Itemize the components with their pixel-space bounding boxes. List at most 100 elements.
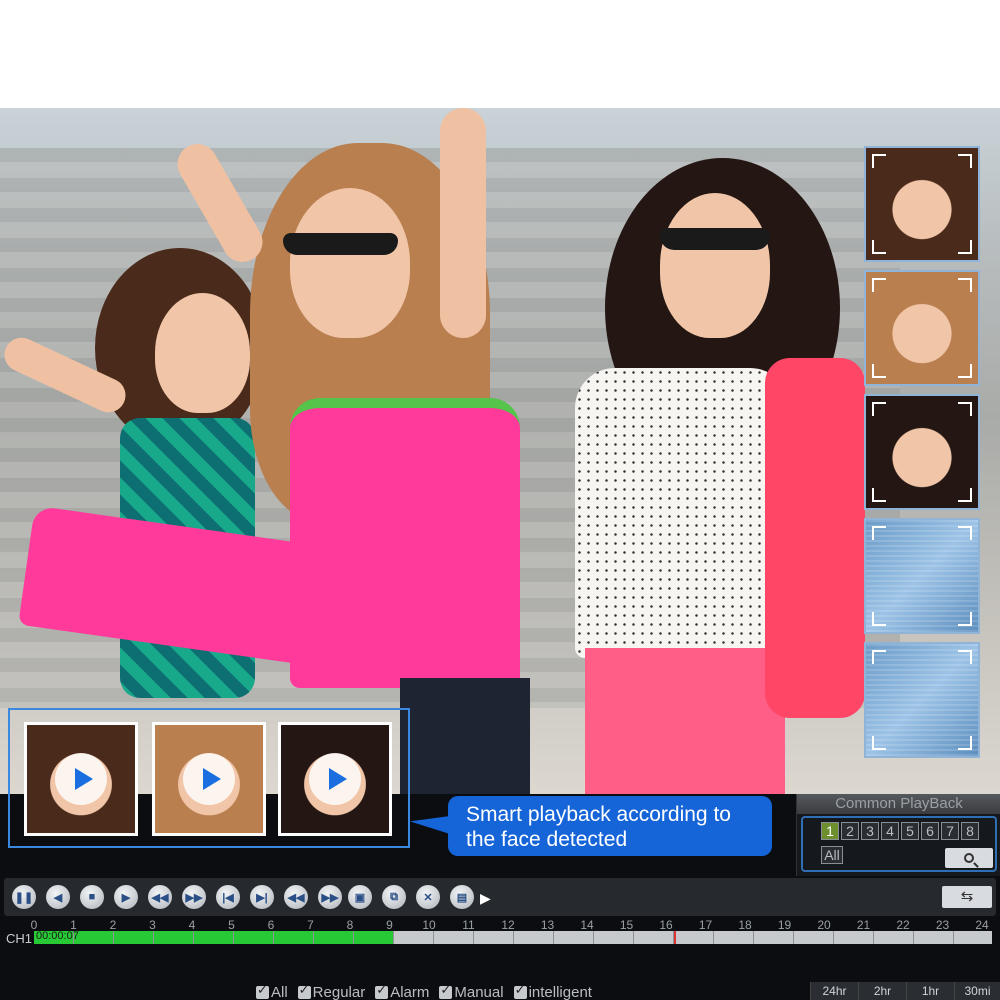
camera-scene [0, 108, 1000, 794]
zoom-30mi[interactable]: 30mi [954, 982, 1000, 1000]
play-icon[interactable] [309, 753, 361, 805]
search-button[interactable] [945, 848, 993, 868]
save-icon[interactable]: ▤ [450, 885, 474, 909]
pink-pants [585, 648, 785, 794]
cut-icon[interactable]: ✕ [416, 885, 440, 909]
rewind-icon[interactable]: ◀◀ [148, 885, 172, 909]
corner-marker [872, 650, 886, 664]
filter-intelligent[interactable]: intelligent [513, 982, 592, 1000]
corner-marker [958, 612, 972, 626]
corner-marker [958, 402, 972, 416]
hour-tick: 5 [228, 918, 235, 932]
prev-icon[interactable]: ◀ [46, 885, 70, 909]
search-icon [964, 853, 974, 863]
channel-3-button[interactable]: 3 [861, 822, 879, 840]
hour-tick: 14 [580, 918, 594, 932]
channel-4-button[interactable]: 4 [881, 822, 899, 840]
zoom-2hr[interactable]: 2hr [858, 982, 906, 1000]
checkbox[interactable] [297, 982, 311, 999]
sync-button[interactable]: ⇆ [942, 886, 992, 908]
skip-start-icon[interactable]: |◀ [216, 885, 240, 909]
channel-7-button[interactable]: 7 [941, 822, 959, 840]
face-clip[interactable] [24, 722, 138, 836]
timeline-cursor[interactable] [674, 931, 676, 944]
corner-marker [958, 650, 972, 664]
filter-regular[interactable]: Regular [297, 982, 365, 1000]
timeline-grid [34, 931, 992, 944]
arm [440, 108, 486, 338]
corner-marker [872, 154, 886, 168]
play-icon[interactable] [183, 753, 235, 805]
hour-tick: 11 [462, 918, 475, 932]
checkbox[interactable] [513, 982, 527, 999]
filter-alarm[interactable]: Alarm [375, 982, 430, 1000]
filter-manual[interactable]: Manual [439, 982, 504, 1000]
corner-marker [872, 612, 886, 626]
zoom-24hr[interactable]: 24hr [810, 982, 858, 1000]
detected-faces-column [864, 146, 982, 766]
channel-2-button[interactable]: 2 [841, 822, 859, 840]
corner-marker [872, 402, 886, 416]
next-frame-icon[interactable]: ▶▶ [318, 885, 342, 909]
prev-frame-icon[interactable]: ◀◀ [284, 885, 308, 909]
face [660, 193, 770, 338]
hour-tick: 23 [935, 918, 950, 932]
corner-marker [872, 526, 886, 540]
channel-1-button[interactable]: 1 [821, 822, 839, 840]
face-thumbnail[interactable] [864, 270, 980, 386]
hour-tick: 20 [817, 918, 831, 932]
filter-label: Alarm [390, 984, 430, 1000]
nvr-playback-screen: Smart playback according to the face det… [0, 0, 1000, 1000]
face [155, 293, 250, 413]
corner-marker [872, 488, 886, 502]
face-clip[interactable] [152, 722, 266, 836]
checkbox[interactable] [256, 982, 269, 999]
hour-tick: 21 [856, 918, 871, 932]
playback-controls: ❚❚ ◀ ■ ▶ ◀◀ ▶▶ |◀ ▶| ◀◀ ▶▶ ▣ ⧉ ✕ ▤ ▶ ⇆ [4, 878, 996, 916]
filter-label: All [271, 984, 288, 1000]
hour-tick: 3 [149, 918, 156, 932]
channel-selector: 1 2 3 4 5 6 7 8 All [801, 816, 997, 872]
hour-tick: 10 [422, 918, 436, 932]
pause-icon[interactable]: ❚❚ [12, 885, 36, 909]
checkbox[interactable] [375, 982, 389, 999]
stop-icon[interactable]: ■ [80, 885, 104, 909]
channel-5-button[interactable]: 5 [901, 822, 919, 840]
hour-tick: 6 [267, 918, 275, 932]
filter-label: Manual [454, 984, 504, 1000]
skip-end-icon[interactable]: ▶| [250, 885, 274, 909]
channel-8-button[interactable]: 8 [961, 822, 979, 840]
corner-marker [872, 240, 886, 254]
smart-playback-callout: Smart playback according to the face det… [448, 796, 772, 856]
face-clips-box [8, 708, 410, 848]
common-playback-panel: Common PlayBack 1 2 3 4 5 6 7 8 All [796, 794, 1000, 876]
all-channels-button[interactable]: All [821, 846, 843, 864]
face-clip[interactable] [278, 722, 392, 836]
corner-marker [872, 278, 886, 292]
corner-marker [872, 736, 886, 750]
hour-tick: 19 [777, 918, 792, 932]
filter-all[interactable]: All [256, 982, 288, 1000]
hour-tick: 17 [698, 918, 713, 932]
corner-marker [872, 364, 886, 378]
zoom-1hr[interactable]: 1hr [906, 982, 954, 1000]
record-type-legend: All Regular Alarm Manual intelligent [256, 982, 592, 1000]
play-icon[interactable]: ▶ [114, 885, 138, 909]
channel-6-button[interactable]: 6 [921, 822, 939, 840]
copy-icon[interactable]: ⧉ [382, 885, 406, 909]
hour-tick: 18 [738, 918, 752, 932]
play-icon[interactable] [55, 753, 107, 805]
face-scan-thumbnail[interactable] [864, 642, 980, 758]
channel-label: CH1 [6, 931, 33, 946]
face-thumbnail[interactable] [864, 394, 980, 510]
face-scan-thumbnail[interactable] [864, 518, 980, 634]
hour-tick: 2 [109, 918, 117, 932]
hour-tick: 7 [307, 918, 314, 932]
face-thumbnail[interactable] [864, 146, 980, 262]
fast-forward-icon[interactable]: ▶▶ [182, 885, 206, 909]
more-arrow-icon[interactable]: ▶ [480, 890, 491, 907]
checkbox[interactable] [439, 982, 453, 999]
snapshot-icon[interactable]: ▣ [348, 885, 372, 909]
polka-top [575, 368, 790, 658]
timeline-bar[interactable]: 00:00:07 [34, 930, 992, 944]
